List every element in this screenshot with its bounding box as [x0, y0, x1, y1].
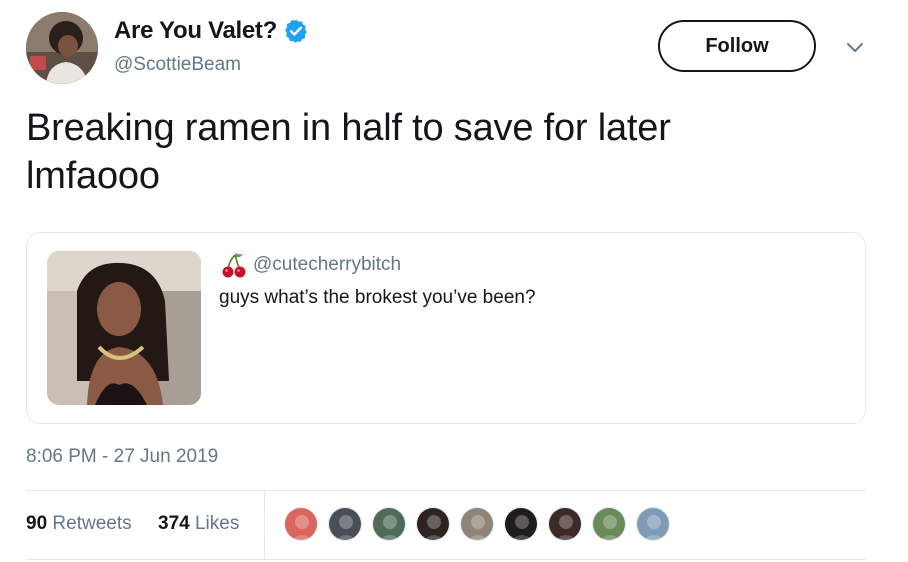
liker-avatar[interactable] [372, 507, 406, 541]
liker-avatar[interactable] [636, 507, 670, 541]
liker-avatar[interactable] [548, 507, 582, 541]
tweet-stats: 90 Retweets 374 Likes [26, 491, 866, 559]
author-avatar[interactable] [26, 12, 98, 84]
tweet-text: Breaking ramen in half to save for later… [26, 104, 866, 200]
chevron-down-icon[interactable] [844, 38, 866, 56]
liker-avatars [284, 507, 680, 541]
tweet-timestamp[interactable]: 8:06 PM - 27 Jun 2019 [26, 446, 218, 468]
divider [26, 559, 866, 560]
liker-avatar[interactable] [284, 507, 318, 541]
avatar-image [26, 12, 98, 84]
quoted-tweet-handle[interactable]: @cutecherrybitch [253, 254, 401, 276]
divider [264, 491, 265, 559]
cherry-icon [221, 251, 247, 279]
retweets-label: Retweets [52, 513, 132, 534]
quoted-tweet-user: @cutecherrybitch [221, 251, 401, 279]
tweet-text-line: lmfaooo [26, 155, 160, 197]
follow-button[interactable]: Follow [658, 20, 816, 72]
retweets-stat[interactable]: 90 Retweets [26, 513, 132, 535]
quoted-tweet-text: guys what’s the brokest you’ve been? [219, 287, 536, 308]
likes-stat[interactable]: 374 Likes [158, 513, 239, 535]
liker-avatar[interactable] [328, 507, 362, 541]
author-handle[interactable]: @ScottieBeam [114, 54, 309, 76]
retweets-count: 90 [26, 513, 48, 534]
liker-avatar[interactable] [504, 507, 538, 541]
liker-avatar[interactable] [416, 507, 450, 541]
author-display-name[interactable]: Are You Valet? [114, 17, 277, 45]
photo-image [47, 251, 201, 405]
likes-count: 374 [158, 513, 190, 534]
quoted-tweet-photo[interactable] [47, 251, 201, 405]
quoted-tweet-card[interactable]: @cutecherrybitch guys what’s the brokest… [26, 232, 866, 424]
verified-badge-icon [283, 18, 309, 44]
author-names: Are You Valet? @ScottieBeam [114, 16, 309, 76]
tweet-header: Are You Valet? @ScottieBeam Follow [26, 12, 882, 84]
liker-avatar[interactable] [592, 507, 626, 541]
tweet-text-line: Breaking ramen in half to save for later [26, 107, 671, 149]
likes-label: Likes [194, 513, 240, 534]
liker-avatar[interactable] [460, 507, 494, 541]
